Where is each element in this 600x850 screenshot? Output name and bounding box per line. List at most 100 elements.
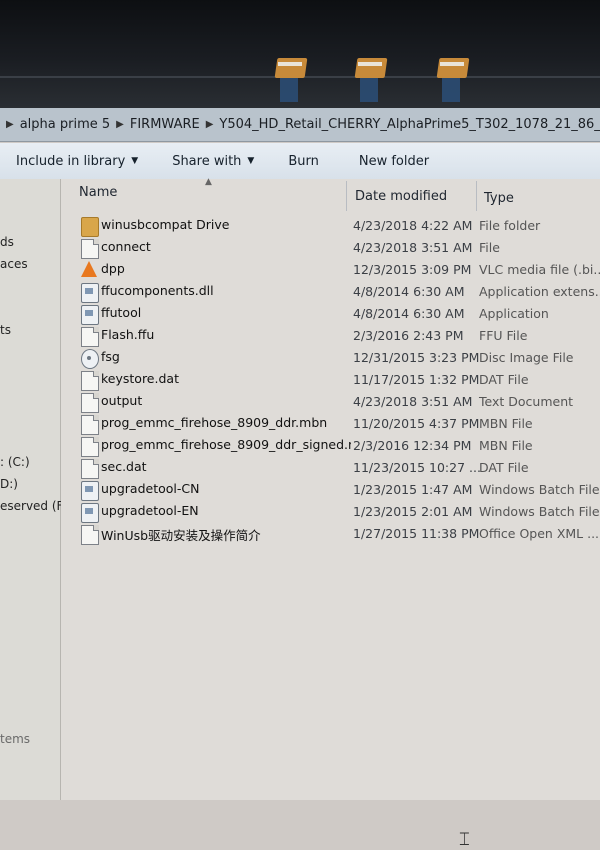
file-date: 12/3/2015 3:09 PM — [353, 262, 472, 277]
new-folder-label: New folder — [358, 153, 430, 169]
file-row[interactable]: upgradetool-EN 1/23/2015 2:01 AM Windows… — [61, 501, 600, 523]
file-row[interactable]: WinUsb驱动安装及操作简介 1/27/2015 11:38 PM Offic… — [61, 523, 600, 545]
desktop-top-area — [0, 0, 600, 108]
file-name: connect — [101, 239, 151, 254]
nav-item-drive-d[interactable]: D:) — [0, 477, 18, 491]
address-bar[interactable]: ▶ alpha prime 5 ▶ FIRMWARE ▶ Y504_HD_Ret… — [0, 108, 600, 142]
file-type: MBN File — [479, 438, 533, 453]
folder-icon — [81, 217, 99, 237]
file-date: 4/8/2014 6:30 AM — [353, 284, 465, 299]
column-divider[interactable] — [476, 181, 477, 211]
file-date: 2/3/2016 2:43 PM — [353, 328, 464, 343]
sort-ascending-icon: ▲ — [205, 177, 212, 187]
file-type: Application — [479, 306, 549, 321]
file-date: 11/20/2015 4:37 PM — [353, 416, 480, 431]
file-date: 11/17/2015 1:32 PM — [353, 372, 480, 387]
chevron-down-icon: ▼ — [247, 156, 255, 166]
text-document-icon — [81, 393, 99, 413]
file-type: DAT File — [479, 460, 529, 475]
file-type: FFU File — [479, 328, 528, 343]
nav-item[interactable]: aces — [0, 257, 28, 271]
file-row[interactable]: prog_emmc_firehose_8909_ddr_signed.m... … — [61, 435, 600, 457]
file-type: Windows Batch File — [479, 482, 600, 497]
file-date: 4/23/2018 3:51 AM — [353, 394, 473, 409]
chevron-right-icon[interactable]: ▶ — [116, 119, 124, 130]
file-icon — [81, 415, 99, 435]
file-name: dpp — [101, 261, 125, 276]
file-row[interactable]: keystore.dat 11/17/2015 1:32 PM DAT File — [61, 369, 600, 391]
file-type: MBN File — [479, 416, 533, 431]
file-name: prog_emmc_firehose_8909_ddr.mbn — [101, 415, 328, 430]
file-name: WinUsb驱动安装及操作简介 — [101, 528, 261, 543]
include-in-library-button[interactable]: Include in library ▼ — [8, 150, 146, 173]
file-row[interactable]: ffutool 4/8/2014 6:30 AM Application — [61, 303, 600, 325]
batch-file-icon — [81, 481, 99, 501]
chevron-down-icon: ▼ — [131, 156, 139, 166]
file-name: ffutool — [101, 305, 142, 320]
breadcrumb-item[interactable]: FIRMWARE — [130, 117, 200, 132]
file-row[interactable]: upgradetool-CN 1/23/2015 1:47 AM Windows… — [61, 479, 600, 501]
file-row[interactable]: dpp 12/3/2015 3:09 PM VLC media file (.b… — [61, 259, 600, 281]
folder-shortcut-icon[interactable] — [272, 52, 308, 102]
nav-item[interactable]: ds — [0, 235, 14, 249]
file-row[interactable]: Flash.ffu 2/3/2016 2:43 PM FFU File — [61, 325, 600, 347]
file-row[interactable]: ffucomponents.dll 4/8/2014 6:30 AM Appli… — [61, 281, 600, 303]
file-type: Text Document — [479, 394, 574, 409]
nav-item[interactable]: ts — [0, 323, 11, 337]
file-row[interactable]: sec.dat 11/23/2015 10:27 ... DAT File — [61, 457, 600, 479]
file-date: 1/27/2015 11:38 PM — [353, 526, 480, 541]
column-header-type[interactable]: Type — [484, 191, 514, 206]
file-name: output — [101, 393, 143, 408]
file-row[interactable]: fsg 12/31/2015 3:23 PM Disc Image File — [61, 347, 600, 369]
file-type: VLC media file (.bi... — [479, 262, 600, 277]
breadcrumb-item[interactable]: Y504_HD_Retail_CHERRY_AlphaPrime5_T302_1… — [219, 117, 600, 132]
file-name: upgradetool-EN — [101, 503, 199, 518]
breadcrumb-item[interactable]: alpha prime 5 — [20, 117, 110, 132]
column-header-date-modified[interactable]: Date modified — [355, 189, 447, 204]
file-date: 4/23/2018 3:51 AM — [353, 240, 473, 255]
share-with-button[interactable]: Share with ▼ — [164, 150, 262, 173]
command-toolbar: Include in library ▼ Share with ▼ Burn N… — [0, 143, 600, 180]
disc-image-icon — [81, 349, 99, 369]
column-header-name[interactable]: Name — [79, 185, 117, 200]
file-date: 12/31/2015 3:23 PM — [353, 350, 480, 365]
include-in-library-label: Include in library — [16, 153, 126, 169]
batch-file-icon — [81, 503, 99, 523]
file-date: 11/23/2015 10:27 ... — [353, 460, 481, 475]
file-row[interactable]: winusbcompat Drive 4/23/2018 4:22 AM Fil… — [61, 215, 600, 237]
status-bar-text: tems — [0, 732, 31, 746]
file-name: Flash.ffu — [101, 327, 155, 342]
chevron-right-icon[interactable]: ▶ — [206, 119, 214, 130]
folder-shortcut-icon[interactable] — [434, 52, 470, 102]
file-list: ▲ Name Date modified Type winusbcompat D… — [61, 177, 600, 850]
chevron-right-icon[interactable]: ▶ — [6, 119, 14, 130]
burn-button[interactable]: Burn — [280, 150, 327, 173]
application-icon — [81, 305, 99, 325]
file-name: sec.dat — [101, 459, 147, 474]
file-icon — [81, 327, 99, 347]
file-row[interactable]: connect 4/23/2018 3:51 AM File — [61, 237, 600, 259]
file-date: 4/23/2018 4:22 AM — [353, 218, 473, 233]
file-type: Disc Image File — [479, 350, 574, 365]
nav-item-drive-c[interactable]: : (C:) — [0, 455, 30, 469]
file-row[interactable]: prog_emmc_firehose_8909_ddr.mbn 11/20/20… — [61, 413, 600, 435]
file-name: ffucomponents.dll — [101, 283, 214, 298]
file-type: File — [479, 240, 500, 255]
column-divider[interactable] — [346, 181, 347, 211]
new-folder-button[interactable]: New folder — [351, 150, 437, 173]
file-row[interactable]: output 4/23/2018 3:51 AM Text Document — [61, 391, 600, 413]
navigation-pane: ds aces ts : (C:) D:) eserved (F:) tems — [0, 179, 71, 800]
file-icon — [81, 371, 99, 391]
file-name: keystore.dat — [101, 371, 179, 386]
dll-icon — [81, 283, 99, 303]
file-type: Office Open XML ... — [479, 526, 600, 541]
folder-shortcut-icon[interactable] — [352, 52, 388, 102]
burn-label: Burn — [288, 153, 319, 169]
file-date: 1/23/2015 1:47 AM — [353, 482, 473, 497]
file-icon — [81, 437, 99, 457]
mouse-cursor-icon: ⌶ — [459, 829, 470, 850]
file-date: 1/23/2015 2:01 AM — [353, 504, 473, 519]
column-headers: ▲ Name Date modified Type — [61, 177, 600, 213]
file-date: 2/3/2016 12:34 PM — [353, 438, 472, 453]
file-type: Application extens... — [479, 284, 600, 299]
